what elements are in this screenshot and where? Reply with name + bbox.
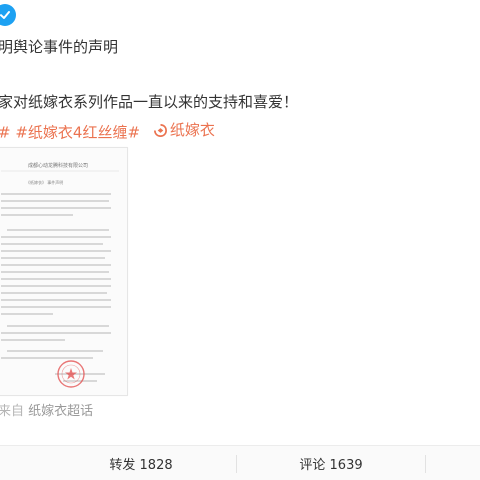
post-headline: 明舆论事件的声明 <box>0 38 119 56</box>
post-body: 家对纸嫁衣系列作品一直以来的支持和喜爱！ <box>0 93 299 111</box>
comment-button[interactable]: 评论 1639 <box>237 446 425 480</box>
action-divider <box>425 455 426 473</box>
post-source: 来自 纸嫁衣超话 <box>0 403 93 421</box>
source-link[interactable]: 纸嫁衣超话 <box>28 404 93 419</box>
super-topic-link[interactable]: 纸嫁衣 <box>153 119 215 141</box>
tag-line: # #纸嫁衣4红丝缠# 纸嫁衣 <box>0 119 215 144</box>
post-action-bar: 转发 1828 评论 1639 <box>0 445 480 480</box>
repost-button[interactable]: 转发 1828 <box>46 446 236 480</box>
document-subtitle: 《纸嫁衣》 事件声明 <box>26 179 63 185</box>
document-company: 成都心动龙腾科技有限公司 <box>28 162 88 169</box>
super-topic-icon <box>153 123 167 137</box>
source-prefix: 来自 <box>0 404 25 419</box>
hashtag-zhijiayi4[interactable]: #纸嫁衣4红丝缠# <box>15 124 140 142</box>
weibo-post: 明舆论事件的声明 家对纸嫁衣系列作品一直以来的支持和喜爱！ # #纸嫁衣4红丝缠… <box>0 0 480 480</box>
statement-document-image[interactable]: 成都心动龙腾科技有限公司 《纸嫁衣》 事件声明 <box>0 147 128 396</box>
verified-icon <box>0 4 16 26</box>
company-seal <box>57 360 85 388</box>
super-topic-label: 纸嫁衣 <box>169 121 215 139</box>
hashtag-fragment[interactable]: # <box>0 124 11 142</box>
